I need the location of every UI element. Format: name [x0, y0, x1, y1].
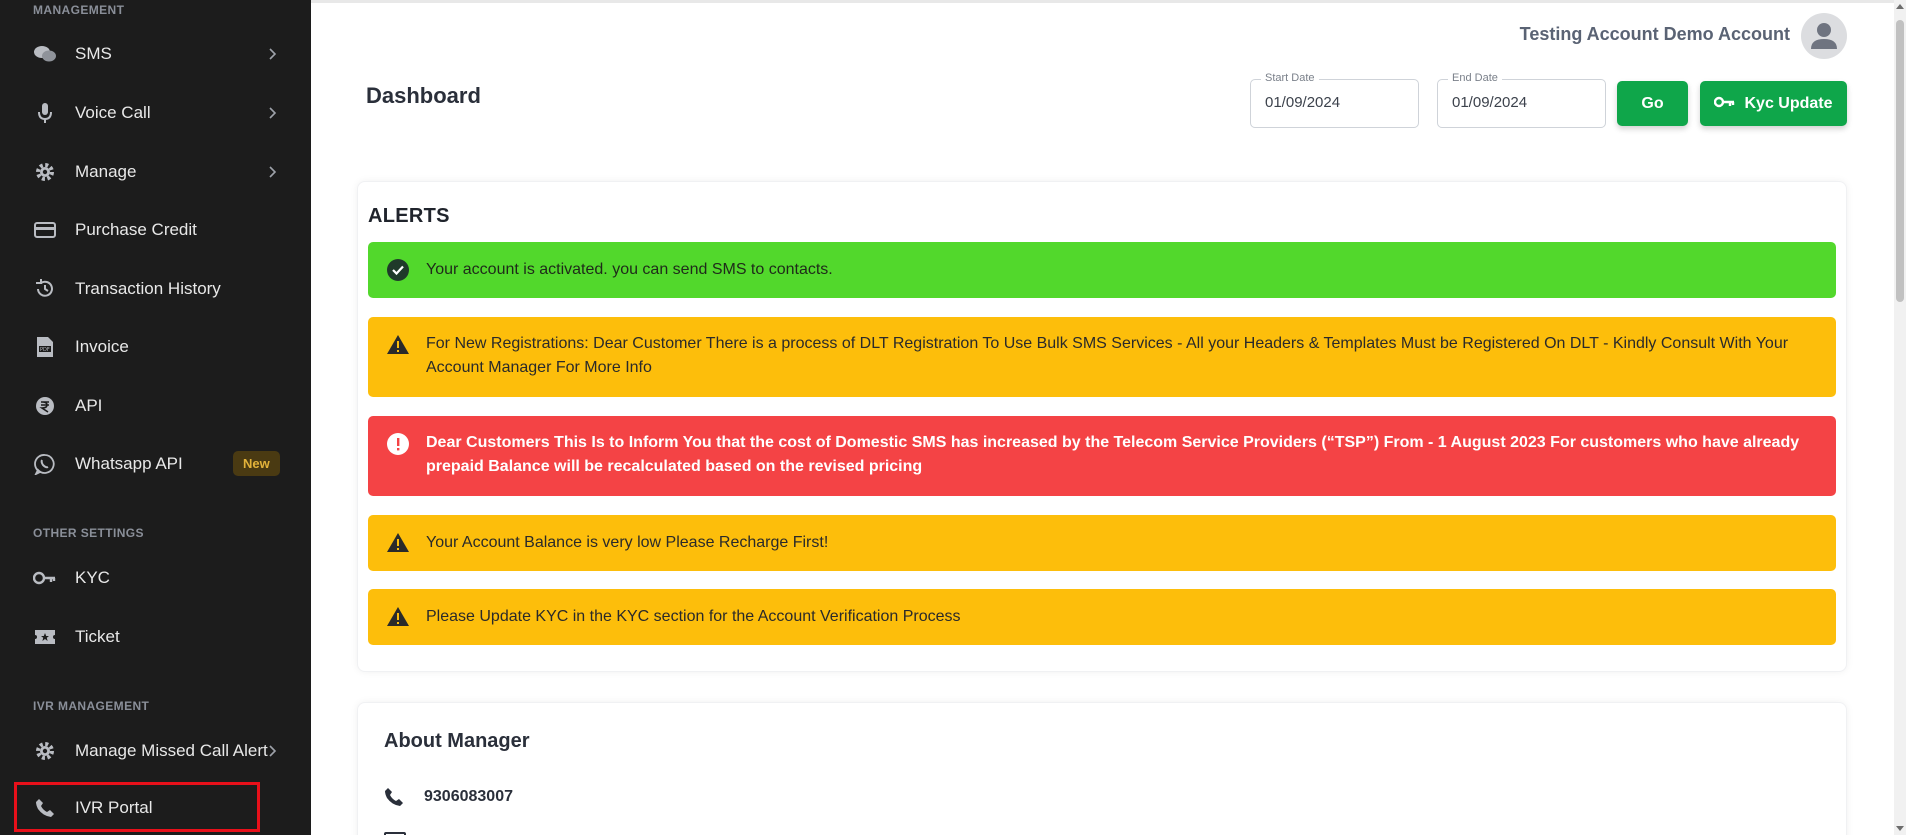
end-date-label: End Date: [1448, 72, 1502, 84]
ticket-icon: [33, 626, 57, 648]
kyc-update-button[interactable]: Kyc Update: [1700, 81, 1847, 126]
sidebar-item-label: Manage: [75, 162, 137, 181]
go-button[interactable]: Go: [1617, 81, 1688, 126]
start-date-field[interactable]: Start Date: [1250, 72, 1419, 128]
chevron-right-icon: [264, 46, 280, 62]
sidebar-item-kyc[interactable]: KYC: [0, 558, 311, 598]
start-date-input[interactable]: [1265, 94, 1405, 111]
sidebar-item-api[interactable]: API: [0, 386, 311, 426]
alert-warning-kyc: Please Update KYC in the KYC section for…: [368, 589, 1836, 645]
scroll-down-arrow-icon[interactable]: [1896, 826, 1904, 831]
page-title: Dashboard: [366, 83, 481, 108]
phone-icon: [33, 797, 57, 819]
svg-text:PDF: PDF: [40, 347, 50, 353]
top-border: [311, 0, 1906, 3]
user-name[interactable]: Testing Account Demo Account: [1430, 24, 1790, 45]
alert-text: Your account is activated. you can send …: [426, 261, 833, 278]
check-circle-icon: [386, 258, 410, 282]
alerts-title: ALERTS: [368, 205, 450, 227]
alert-text: Dear Customers This Is to Inform You tha…: [426, 434, 1800, 475]
sidebar-item-sms[interactable]: SMS: [0, 34, 311, 74]
warning-triangle-icon: [386, 333, 410, 357]
section-label-ivr-management: IVR MANAGEMENT: [33, 699, 150, 713]
new-badge: New: [233, 451, 280, 476]
gear-icon: [33, 740, 57, 762]
kyc-update-label: Kyc Update: [1744, 94, 1833, 112]
sidebar-item-transaction-history[interactable]: Transaction History: [0, 269, 311, 309]
avatar[interactable]: [1801, 13, 1847, 59]
sidebar-item-label: Purchase Credit: [75, 220, 197, 239]
exclamation-circle-icon: [386, 432, 410, 456]
phone-icon: [384, 787, 406, 809]
scrollbar-thumb[interactable]: [1896, 20, 1904, 302]
whatsapp-icon: [33, 453, 57, 475]
chevron-right-icon: [264, 164, 280, 180]
sidebar-item-purchase-credit[interactable]: Purchase Credit: [0, 210, 311, 250]
chevron-right-icon: [264, 743, 280, 759]
sidebar-item-label: KYC: [75, 568, 110, 587]
end-date-field[interactable]: End Date: [1437, 72, 1606, 128]
microphone-icon: [33, 102, 57, 124]
sidebar-item-ticket[interactable]: Ticket: [0, 617, 311, 657]
sidebar-item-label: API: [75, 396, 103, 415]
chevron-right-icon: [264, 105, 280, 121]
manager-phone[interactable]: 9306083007: [424, 788, 513, 806]
alert-success: Your account is activated. you can send …: [368, 242, 1836, 298]
scroll-up-arrow-icon[interactable]: [1896, 4, 1904, 9]
chat-bubbles-icon: [33, 43, 57, 65]
sidebar-item-label: IVR Portal: [75, 798, 153, 817]
gear-icon: [33, 161, 57, 183]
credit-card-icon: [33, 219, 57, 241]
vertical-scrollbar[interactable]: [1894, 0, 1906, 835]
section-label-other-settings: OTHER SETTINGS: [33, 526, 144, 540]
sidebar-item-label: Invoice: [75, 337, 129, 356]
key-icon: [1714, 95, 1736, 113]
sidebar-item-manage-missed-call-alert[interactable]: Manage Missed Call Alert: [0, 731, 311, 771]
alert-danger-pricing: Dear Customers This Is to Inform You tha…: [368, 416, 1836, 496]
rupee-coin-icon: [33, 395, 57, 417]
key-icon: [33, 567, 57, 589]
warning-triangle-icon: [386, 605, 410, 629]
about-manager-card: [357, 702, 1847, 835]
sidebar-item-ivr-portal[interactable]: IVR Portal: [0, 788, 311, 828]
end-date-input[interactable]: [1452, 94, 1592, 111]
sidebar-item-whatsapp-api[interactable]: Whatsapp API New: [0, 444, 311, 484]
about-manager-title: About Manager: [384, 730, 530, 752]
sidebar-item-manage[interactable]: Manage: [0, 152, 311, 192]
alert-text: Please Update KYC in the KYC section for…: [426, 608, 961, 625]
pdf-file-icon: PDF: [33, 336, 57, 358]
section-label-management: MANAGEMENT: [33, 3, 125, 17]
sidebar: MANAGEMENT SMS Voice Call Manage Purchas…: [0, 0, 311, 835]
sidebar-item-label: SMS: [75, 44, 112, 63]
sidebar-item-label: Transaction History: [75, 279, 221, 298]
warning-triangle-icon: [386, 531, 410, 555]
sidebar-item-invoice[interactable]: PDF Invoice: [0, 327, 311, 367]
sidebar-item-label: Ticket: [75, 627, 120, 646]
sidebar-item-label: Manage Missed Call Alert: [75, 741, 268, 760]
history-icon: [33, 278, 57, 300]
sidebar-item-label: Whatsapp API: [75, 454, 183, 473]
user-icon: [1811, 23, 1837, 49]
alert-warning-balance: Your Account Balance is very low Please …: [368, 515, 1836, 571]
start-date-label: Start Date: [1261, 72, 1319, 84]
sidebar-item-voice-call[interactable]: Voice Call: [0, 93, 311, 133]
alert-text: Your Account Balance is very low Please …: [426, 534, 829, 551]
sidebar-item-label: Voice Call: [75, 103, 151, 122]
alert-text: For New Registrations: Dear Customer The…: [426, 335, 1789, 376]
alert-warning-dlt: For New Registrations: Dear Customer The…: [368, 317, 1836, 397]
